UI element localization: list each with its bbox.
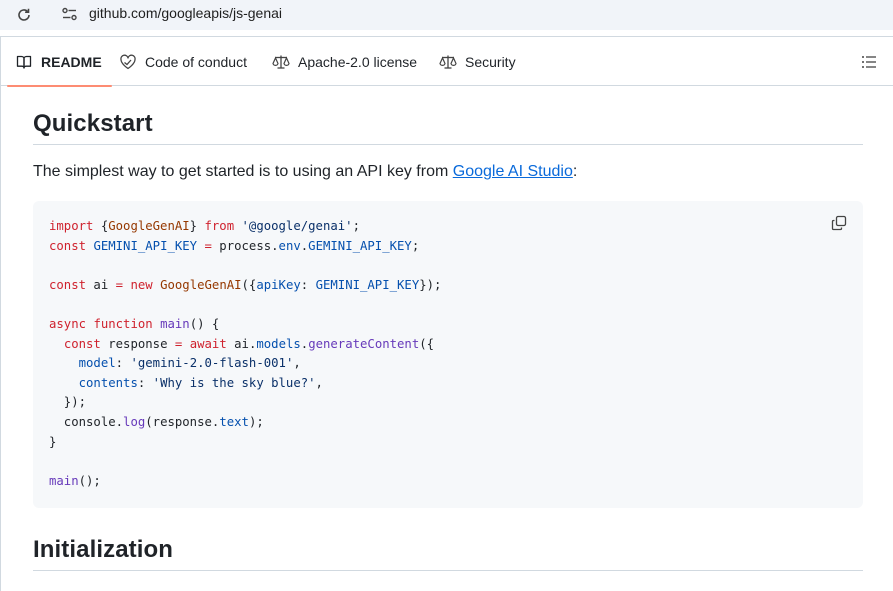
tab-license[interactable]: Apache-2.0 license: [272, 37, 417, 86]
readme-tab-bar: README Code of conduct Apache-2.0 licens…: [1, 36, 893, 87]
initialization-heading: Initialization: [33, 536, 174, 563]
tab-readme-label: README: [41, 53, 102, 70]
reload-icon[interactable]: [14, 5, 34, 25]
outline-list-icon[interactable]: [859, 52, 879, 72]
law-scale-icon: [272, 53, 290, 71]
tab-license-label: Apache-2.0 license: [298, 53, 418, 70]
tab-code-of-conduct[interactable]: Code of conduct: [119, 37, 247, 86]
active-tab-indicator: [7, 85, 112, 87]
law-scale-icon: [439, 53, 457, 71]
google-ai-studio-link[interactable]: Google AI Studio: [453, 163, 573, 180]
frame-border: [0, 36, 1, 591]
address-bar-url[interactable]: github.com/googleapis/js-genai: [89, 5, 282, 21]
book-icon: [15, 53, 33, 71]
tab-security[interactable]: Security: [439, 37, 516, 86]
quickstart-heading: Quickstart: [33, 110, 153, 137]
intro-text: The simplest way to get started is to us…: [33, 163, 453, 180]
heading-divider: [33, 570, 863, 571]
browser-address-bar: github.com/googleapis/js-genai: [0, 0, 893, 30]
heading-divider: [33, 144, 863, 145]
intro-paragraph: The simplest way to get started is to us…: [33, 163, 577, 181]
code-of-conduct-icon: [119, 53, 137, 71]
intro-suffix: :: [572, 163, 578, 180]
code-content[interactable]: import {GoogleGenAI} from '@google/genai…: [49, 217, 441, 491]
copy-icon[interactable]: [829, 213, 849, 233]
tab-readme[interactable]: README: [7, 37, 112, 87]
tab-code-of-conduct-label: Code of conduct: [145, 53, 247, 70]
site-info-icon[interactable]: [58, 4, 82, 24]
code-block: import {GoogleGenAI} from '@google/genai…: [33, 201, 863, 508]
tab-security-label: Security: [465, 53, 516, 70]
